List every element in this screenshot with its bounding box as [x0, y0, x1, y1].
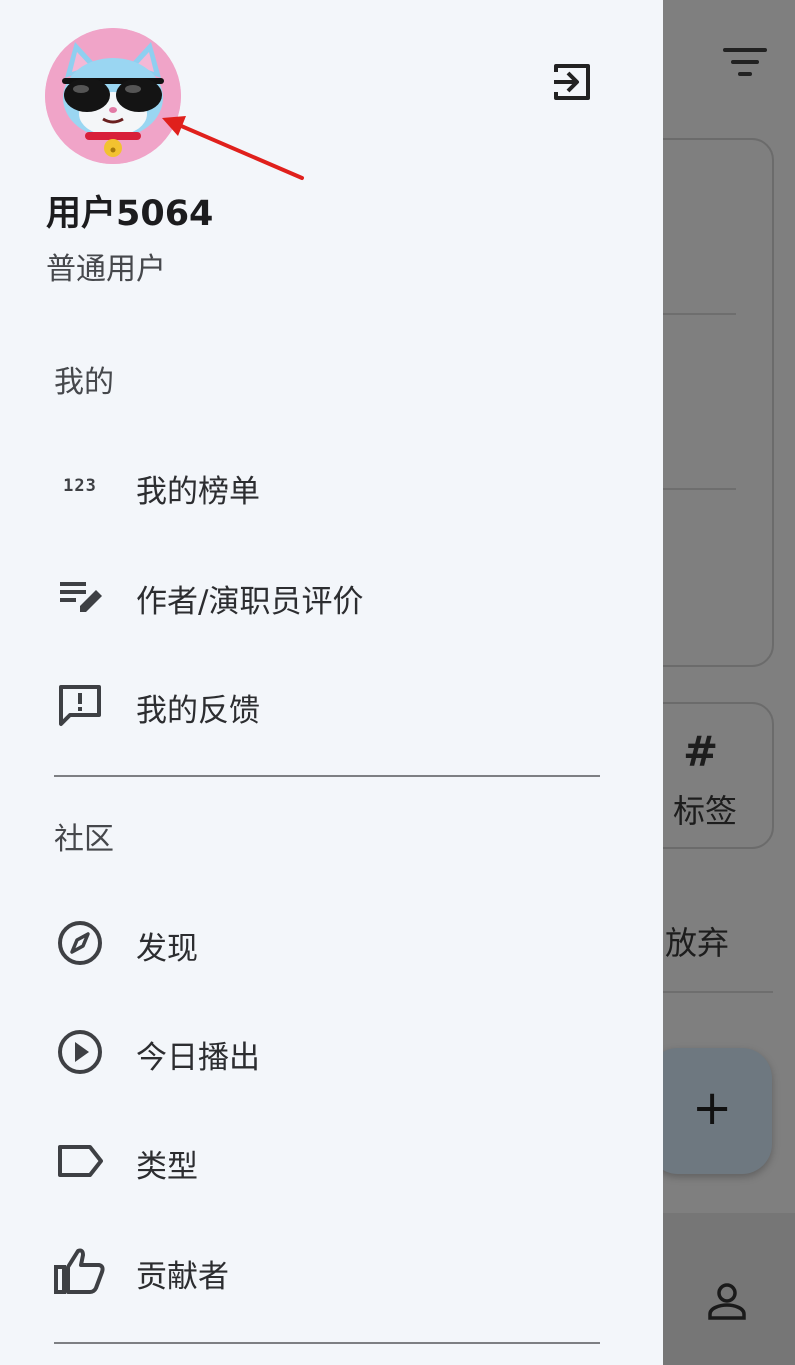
nav-item-my-lists[interactable]: 123 我的榜单 — [0, 436, 640, 536]
nav-item-label: 贡献者 — [136, 1259, 229, 1295]
section-title-community: 社区 — [54, 822, 114, 857]
nav-item-discover[interactable]: 发现 — [0, 893, 640, 993]
nav-item-label: 发现 — [136, 931, 198, 967]
annotation-arrow — [162, 116, 304, 180]
background-divider — [663, 488, 736, 490]
nav-item-label: 今日播出 — [136, 1040, 260, 1076]
numbers-123-icon: 123 — [63, 476, 97, 496]
label-tag-icon — [52, 1133, 108, 1189]
nav-item-label: 类型 — [136, 1149, 198, 1185]
nav-item-genres[interactable]: 类型 — [0, 1111, 640, 1211]
user-name: 用户5064 — [46, 194, 214, 234]
rate-review-icon — [52, 568, 108, 624]
feedback-icon — [52, 677, 108, 733]
section-title-mine: 我的 — [54, 365, 114, 400]
give-up-tab[interactable]: 放弃 — [665, 918, 729, 964]
background-divider — [663, 991, 773, 993]
background-divider — [663, 313, 736, 315]
thumb-up-icon — [52, 1243, 108, 1299]
play-circle-icon — [52, 1024, 108, 1080]
nav-item-label: 作者/演职员评价 — [136, 584, 364, 620]
filter-icon[interactable] — [723, 48, 767, 82]
plus-icon: + — [692, 1080, 733, 1136]
nav-item-my-feedback[interactable]: 我的反馈 — [0, 655, 640, 755]
nav-item-label: 我的反馈 — [136, 693, 260, 729]
user-role: 普通用户 — [46, 252, 166, 287]
nav-item-label: 我的榜单 — [136, 474, 260, 510]
section-divider — [54, 1342, 600, 1344]
tag-card-label: 标签 — [673, 792, 738, 830]
compass-icon — [52, 915, 108, 971]
nav-item-contributors[interactable]: 贡献者 — [0, 1221, 640, 1321]
person-icon[interactable] — [706, 1280, 748, 1322]
section-divider — [54, 775, 600, 777]
navigation-drawer: 用户5064 普通用户 我的 123 我的榜单 作者/演职员评价 我的反馈 社区… — [0, 0, 663, 1365]
hash-icon: # — [683, 727, 719, 776]
nav-item-creator-reviews[interactable]: 作者/演职员评价 — [0, 546, 640, 646]
logout-icon[interactable] — [552, 62, 592, 102]
nav-item-today-airing[interactable]: 今日播出 — [0, 1002, 640, 1102]
